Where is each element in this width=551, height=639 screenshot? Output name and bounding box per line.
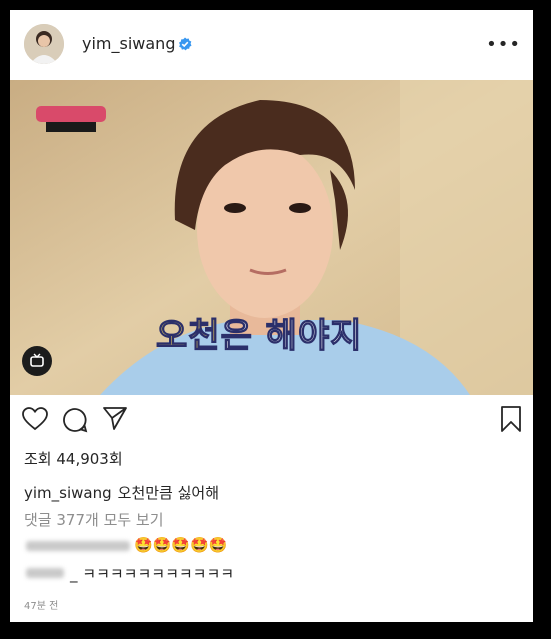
heart-icon[interactable] bbox=[22, 407, 48, 435]
post-header: yim_siwang ••• bbox=[10, 10, 533, 80]
igtv-icon[interactable] bbox=[22, 346, 52, 376]
blurred-username bbox=[26, 568, 64, 578]
post-timestamp: 47분 전 bbox=[24, 601, 59, 612]
verified-badge-icon bbox=[178, 36, 192, 55]
share-icon[interactable] bbox=[102, 405, 128, 435]
view-count: 조회 44,903회 bbox=[24, 450, 123, 468]
action-bar bbox=[10, 395, 533, 441]
comment-row: _ ㅋㅋㅋㅋㅋㅋㅋㅋㅋㅋㅋ bbox=[24, 563, 324, 585]
username-link[interactable]: yim_siwang bbox=[82, 34, 175, 53]
comment-icon[interactable] bbox=[62, 407, 88, 437]
view-all-comments-link[interactable]: 댓글 377개 모두 보기 bbox=[24, 509, 164, 530]
avatar[interactable] bbox=[24, 24, 64, 64]
instagram-post-card: yim_siwang ••• 오천은 해야지 조회 44,903회 yim_si… bbox=[10, 10, 533, 622]
comment-text: 🤩🤩🤩🤩🤩 bbox=[134, 536, 228, 554]
caption-username[interactable]: yim_siwang bbox=[24, 484, 112, 502]
caption-text: 오천만큼 싫어해 bbox=[117, 484, 220, 502]
caption: yim_siwang 오천만큼 싫어해 bbox=[24, 482, 219, 503]
post-video[interactable]: 오천은 해야지 bbox=[10, 80, 533, 395]
blurred-username bbox=[26, 541, 130, 551]
comment-text: _ ㅋㅋㅋㅋㅋㅋㅋㅋㅋㅋㅋ bbox=[70, 565, 235, 583]
more-options-icon[interactable]: ••• bbox=[486, 34, 521, 55]
comment-row: 🤩🤩🤩🤩🤩 bbox=[24, 536, 284, 558]
video-subtitle: 오천은 해야지 bbox=[155, 315, 363, 356]
bookmark-icon[interactable] bbox=[500, 405, 522, 437]
show-logo bbox=[36, 104, 106, 134]
